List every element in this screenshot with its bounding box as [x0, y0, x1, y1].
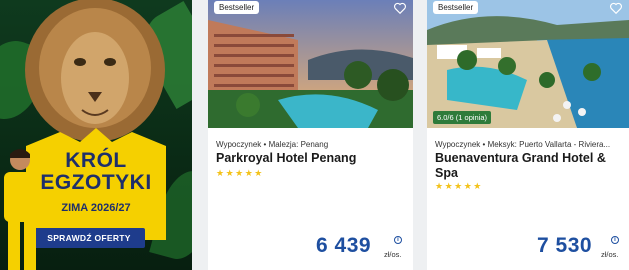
- person-image: [4, 149, 38, 270]
- meta-separator: •: [263, 140, 267, 149]
- price-unit: zł/os.: [384, 250, 402, 259]
- promo-banner[interactable]: KRÓL EGZOTYKI ZIMA 2026/27 SPRAWDŹ OFERT…: [0, 0, 192, 270]
- offer-type: Wypoczynek: [216, 140, 262, 149]
- offer-card[interactable]: Bestseller Wypoczynek • Malezja: Penang …: [208, 0, 413, 270]
- offers-strip: KRÓL EGZOTYKI ZIMA 2026/27 SPRAWDŹ OFERT…: [0, 0, 629, 270]
- star-rating: ★★★★★: [216, 168, 264, 178]
- hotel-name[interactable]: Parkroyal Hotel Penang: [216, 151, 408, 166]
- promo-subtitle: ZIMA 2026/27: [61, 202, 131, 214]
- offer-card[interactable]: Bestseller 6.0/6 (1 opinia) Wypoczynek •…: [427, 0, 629, 270]
- offer-meta: Wypoczynek • Meksyk: Puerto Vallarta - R…: [435, 140, 610, 149]
- offer-meta: Wypoczynek • Malezja: Penang: [216, 140, 328, 149]
- price-unit: zł/os.: [601, 250, 619, 259]
- bestseller-badge: Bestseller: [214, 1, 260, 14]
- check-offers-button[interactable]: SPRAWDŹ OFERTY: [33, 228, 145, 248]
- hotel-photo: Bestseller 6.0/6 (1 opinia): [427, 0, 629, 128]
- promo-title-line2: EGZOTYKI: [40, 171, 152, 194]
- info-icon[interactable]: i: [394, 236, 402, 244]
- meta-separator: •: [482, 140, 486, 149]
- offer-location: Meksyk: Puerto Vallarta - Riviera...: [487, 140, 611, 149]
- promo-title: KRÓL EGZOTYKI: [24, 150, 168, 194]
- hotel-name-line2: Spa: [435, 166, 458, 180]
- heart-outline-icon[interactable]: [609, 1, 623, 15]
- offer-price: 6 439: [316, 234, 372, 257]
- review-rating-badge: 6.0/6 (1 opinia): [433, 111, 492, 124]
- hotel-photo: Bestseller: [208, 0, 413, 128]
- promo-title-line1: KRÓL: [65, 149, 127, 172]
- offer-type: Wypoczynek: [435, 140, 481, 149]
- hotel-name[interactable]: Buenaventura Grand Hotel & Spa: [435, 151, 627, 181]
- bestseller-badge: Bestseller: [433, 1, 479, 14]
- hotel-name-line1: Buenaventura Grand Hotel &: [435, 151, 606, 165]
- star-rating: ★★★★★: [435, 181, 483, 191]
- offer-location: Malezja: Penang: [268, 140, 329, 149]
- info-icon[interactable]: i: [611, 236, 619, 244]
- offer-price: 7 530: [537, 234, 593, 257]
- heart-outline-icon[interactable]: [393, 1, 407, 15]
